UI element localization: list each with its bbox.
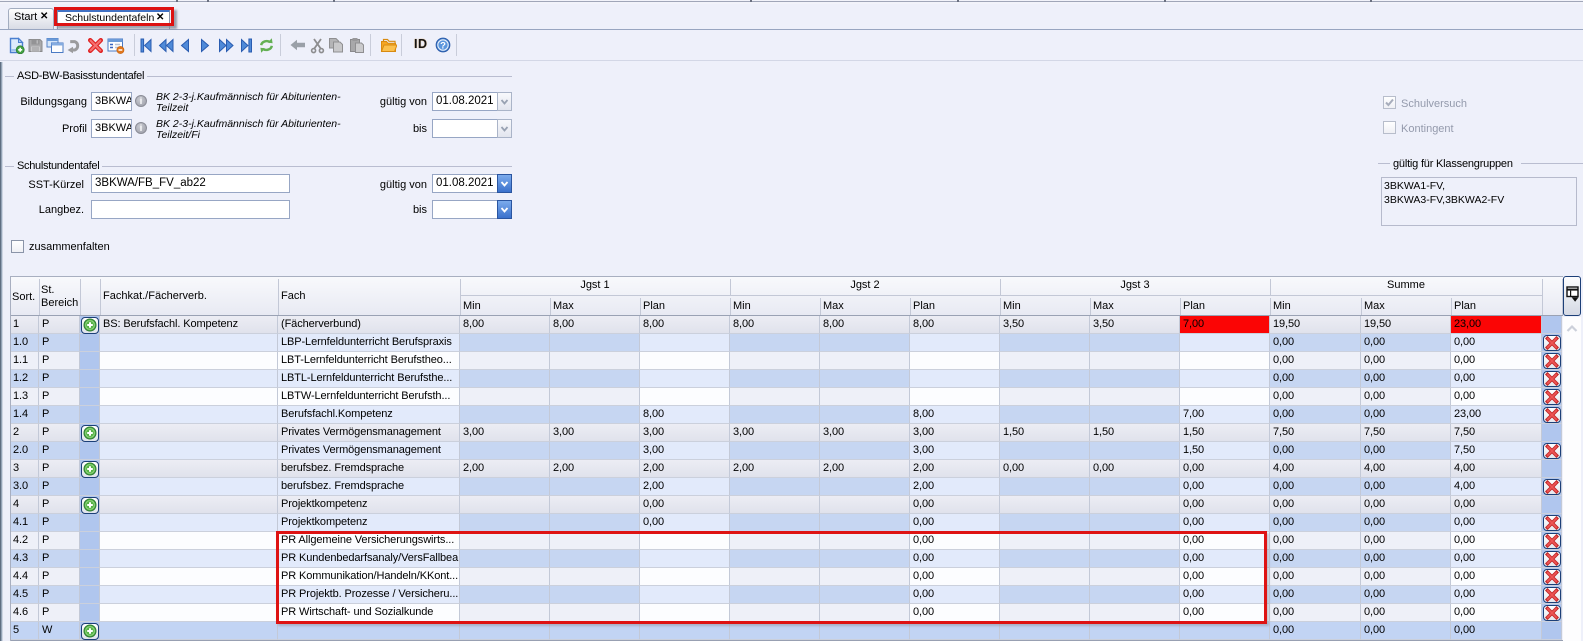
svg-text:?: ? bbox=[440, 40, 446, 51]
